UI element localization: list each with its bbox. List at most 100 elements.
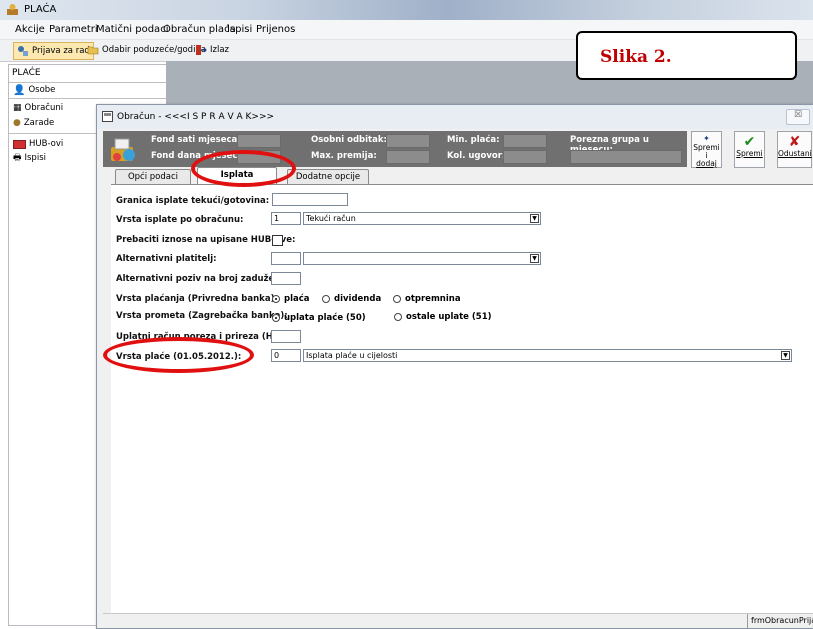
fond-sati-label: Fond sati mjeseca: — [151, 135, 241, 145]
card-icon — [13, 139, 26, 149]
radio-otpremnina-label: otpremnina — [405, 294, 461, 304]
save-and-add-button[interactable]: ✦ Spremi i dodaj — [691, 131, 722, 168]
annotation-label: Slika 2. — [600, 47, 672, 67]
radio-dividenda[interactable]: dividenda — [322, 294, 381, 304]
radio-empty-icon — [322, 295, 330, 303]
save-label: Spremi — [736, 149, 763, 158]
save-add-label-2: dodaj — [696, 159, 717, 168]
nav-item-obracuni-label: Obračuni — [24, 103, 64, 113]
vrsta-placanja-label: Vrsta plaćanja (Privredna banka): — [116, 294, 278, 304]
printer-icon: 🖶 — [13, 153, 22, 163]
menu-akcije[interactable]: Akcije — [15, 24, 45, 35]
granica-input[interactable] — [272, 193, 348, 206]
vrsta-prometa-label: Vrsta prometa (Zagrebačka banka): — [116, 311, 288, 321]
vrsta-isplate-value: Tekući račun — [306, 214, 356, 223]
app-title-bar: PLAĆA — [0, 0, 813, 20]
cancel-button[interactable]: ✘ Odustani — [777, 131, 812, 168]
exit-icon — [196, 45, 207, 55]
osobni-odbitak-field — [386, 134, 430, 148]
radio-placa[interactable]: plaća — [272, 294, 310, 304]
alt-poziv-input[interactable] — [271, 272, 301, 285]
nav-item-obracuni[interactable]: ▦ Obračuni — [13, 101, 63, 115]
menu-ispisi[interactable]: Ispisi — [227, 24, 252, 35]
nav-item-ispisi[interactable]: 🖶 Ispisi — [13, 151, 46, 165]
money-bag-icon: ● — [13, 118, 21, 128]
prebaciti-checkbox[interactable] — [272, 235, 283, 246]
chevron-down-icon[interactable]: ▼ — [530, 214, 539, 223]
nav-item-osobe[interactable]: 👤 Osobe — [13, 83, 55, 97]
highlight-ellipse-vrsta-place — [103, 337, 254, 373]
checkmark-icon: ✔ — [743, 134, 756, 150]
nav-item-osobe-label: Osobe — [28, 85, 56, 95]
tab-opci-podaci[interactable]: Opći podaci — [115, 169, 191, 185]
radio-selected-icon — [272, 295, 280, 303]
nav-item-hub-label: HUB-ovi — [29, 139, 64, 149]
radio-empty-icon — [394, 313, 402, 321]
uplatni-input[interactable] — [271, 330, 301, 343]
nav-item-hub[interactable]: HUB-ovi — [13, 137, 63, 151]
highlight-ellipse-isplata-tab — [191, 150, 296, 187]
nav-item-zarade[interactable]: ● Zarade — [13, 116, 54, 130]
login-label: Prijava za rad — [32, 46, 90, 56]
osobni-odbitak-label: Osobni odbitak: — [311, 135, 387, 145]
annotation-box: Slika 2. — [576, 31, 797, 80]
menu-maticni-podaci[interactable]: Matični podaci — [96, 24, 168, 35]
radio-ostale-uplate-label: ostale uplate (51) — [406, 312, 492, 322]
calculator-icon: ▦ — [13, 103, 22, 113]
save-add-label-1: Spremi i — [693, 143, 720, 160]
folder-icon — [87, 46, 99, 55]
cross-icon: ✘ — [788, 134, 801, 150]
close-button[interactable]: ☒ — [786, 109, 810, 125]
vrsta-isplate-code-input[interactable]: 1 — [271, 212, 301, 225]
max-premija-field — [386, 150, 430, 164]
cancel-label: Odustani — [778, 149, 812, 158]
kol-ugovor-label: Kol. ugovor: — [447, 151, 506, 161]
radio-empty-icon — [393, 295, 401, 303]
exit-label: Izlaz — [210, 45, 230, 55]
tab-page-isplata — [111, 184, 813, 613]
payroll-icon — [111, 138, 135, 161]
min-placa-field — [503, 134, 547, 148]
dialog-title-bar: Obračun - <<<I S P R A V A K>>> ☒ — [97, 105, 813, 129]
nav-item-ispisi-label: Ispisi — [24, 153, 46, 163]
window-icon — [102, 111, 113, 122]
radio-dividenda-label: dividenda — [334, 294, 382, 304]
save-button[interactable]: ✔ Spremi — [734, 131, 765, 168]
person-icon: 👤 — [13, 84, 26, 96]
select-company-button[interactable]: Odabir poduzeće/godina — [84, 42, 209, 58]
vrsta-place-combo[interactable]: Isplata plaće u cijelosti ▼ — [303, 349, 792, 362]
fond-sati-field — [237, 134, 281, 148]
porezna-grupa-field — [570, 150, 682, 164]
alt-poziv-label: Alternativni poziv na broj zaduženja: — [116, 274, 293, 284]
app-title: PLAĆA — [24, 4, 57, 15]
exit-button[interactable]: Izlaz — [192, 42, 232, 58]
min-placa-label: Min. plaća: — [447, 135, 500, 145]
chevron-down-icon[interactable]: ▼ — [781, 351, 790, 360]
section-header-place: PLAĆE — [12, 68, 41, 78]
menu-parametri[interactable]: Parametri — [49, 24, 98, 35]
radio-uplata-place[interactable]: uplata plaće (50) — [272, 313, 366, 323]
radio-uplata-place-label: uplata plaće (50) — [284, 313, 366, 323]
login-button[interactable]: Prijava za rad — [13, 42, 94, 60]
login-icon — [18, 46, 28, 56]
menu-prijenos[interactable]: Prijenos — [256, 24, 295, 35]
vrsta-isplate-label: Vrsta isplate po obračunu: — [116, 215, 244, 225]
radio-selected-icon — [272, 314, 280, 322]
granica-label: Granica isplate tekući/gotovina: — [116, 196, 270, 206]
vrsta-place-code-input[interactable]: 0 — [271, 349, 301, 362]
menu-obracun-placa[interactable]: Obračun plaća — [163, 24, 236, 35]
header-info-band: Fond sati mjeseca: Fond dana mjeseca: Os… — [103, 131, 687, 167]
nav-item-zarade-label: Zarade — [23, 118, 55, 128]
alt-platitelj-code-input[interactable] — [271, 252, 301, 265]
tab-dodatne-opcije[interactable]: Dodatne opcije — [287, 169, 369, 185]
radio-placa-label: plaća — [284, 294, 310, 304]
kol-ugovor-field — [503, 150, 547, 164]
radio-otpremnina[interactable]: otpremnina — [393, 294, 461, 304]
radio-ostale-uplate[interactable]: ostale uplate (51) — [394, 312, 492, 322]
vrsta-place-value: Isplata plaće u cijelosti — [306, 351, 398, 360]
alt-platitelj-combo[interactable]: ▼ — [303, 252, 541, 265]
chevron-down-icon[interactable]: ▼ — [530, 254, 539, 263]
vrsta-isplate-combo[interactable]: Tekući račun ▼ — [303, 212, 541, 225]
prebaciti-label: Prebaciti iznose na upisane HUB-ove: — [116, 235, 296, 245]
app-icon — [7, 4, 18, 15]
